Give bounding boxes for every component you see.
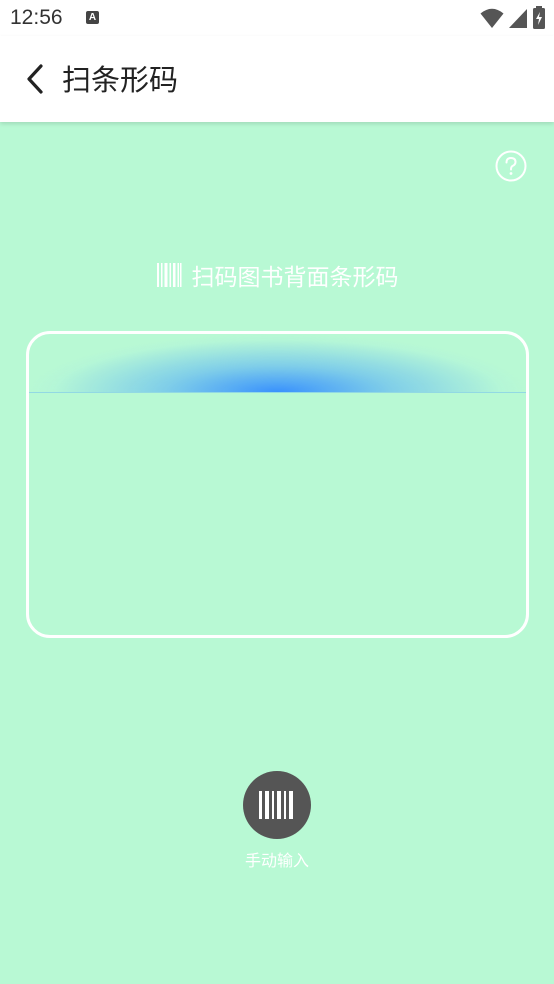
scan-hint-text: 扫码图书背面条形码 — [191, 265, 399, 291]
scan-line — [29, 334, 526, 393]
status-time: 12:56 — [10, 6, 63, 29]
cellular-signal-icon — [509, 9, 527, 28]
help-circle-icon — [495, 150, 527, 182]
manual-input-button[interactable] — [243, 771, 311, 839]
scan-hint: 扫码图书背面条形码 — [0, 258, 554, 292]
status-icons — [480, 6, 546, 30]
status-bar: 12:56 A — [0, 0, 554, 36]
barcode-icon — [259, 791, 293, 819]
back-button[interactable] — [18, 62, 52, 96]
page-title: 扫条形码 — [62, 63, 179, 97]
wifi-icon — [480, 8, 504, 28]
notification-a-icon: A — [86, 11, 99, 24]
scan-frame — [26, 331, 529, 638]
back-arrow-icon — [27, 64, 43, 94]
manual-input-label: 手动输入 — [244, 851, 309, 870]
app-bar: 扫条形码 — [0, 36, 554, 122]
help-button[interactable] — [495, 150, 527, 182]
barcode-icon — [156, 263, 181, 287]
battery-charging-icon — [533, 6, 545, 29]
